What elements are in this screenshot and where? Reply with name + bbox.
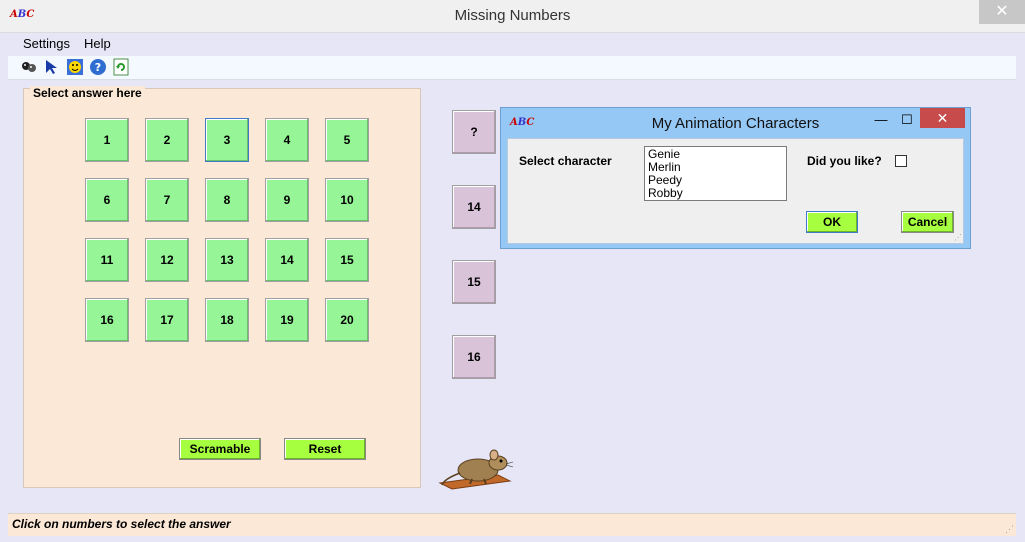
number-button-10[interactable]: 10 [325, 178, 369, 222]
dialog-minimize-button[interactable]: — [868, 110, 894, 130]
did-you-like-checkbox[interactable] [895, 155, 907, 167]
cancel-button[interactable]: Cancel [901, 211, 954, 233]
menu-settings[interactable]: Settings [23, 36, 70, 51]
toolbar: ? [8, 56, 1016, 80]
window-close-button[interactable]: ✕ [979, 0, 1025, 24]
number-button-17[interactable]: 17 [145, 298, 189, 342]
smiley-icon[interactable] [66, 58, 84, 76]
answer-panel-label: Select answer here [30, 86, 145, 100]
number-button-6[interactable]: 6 [85, 178, 129, 222]
number-button-20[interactable]: 20 [325, 298, 369, 342]
number-button-13[interactable]: 13 [205, 238, 249, 282]
status-text: Click on numbers to select the answer [12, 517, 231, 531]
cursor-icon[interactable] [43, 58, 61, 76]
number-button-11[interactable]: 11 [85, 238, 129, 282]
window-title: Missing Numbers [454, 7, 571, 24]
number-button-18[interactable]: 18 [205, 298, 249, 342]
help-icon[interactable]: ? [89, 58, 107, 76]
select-character-label: Select character [519, 154, 612, 168]
dialog-maximize-button[interactable]: ☐ [894, 110, 920, 130]
sequence-box: 14 [452, 185, 496, 229]
menu-bar: Settings Help [0, 33, 1025, 55]
number-button-14[interactable]: 14 [265, 238, 309, 282]
dialog-close-button[interactable]: ✕ [920, 108, 965, 128]
number-button-4[interactable]: 4 [265, 118, 309, 162]
number-button-9[interactable]: 9 [265, 178, 309, 222]
sequence-box: 15 [452, 260, 496, 304]
menu-help[interactable]: Help [84, 36, 111, 51]
character-option[interactable]: Robby [648, 187, 783, 200]
ok-button[interactable]: OK [806, 211, 858, 233]
number-button-1[interactable]: 1 [85, 118, 129, 162]
number-button-3[interactable]: 3 [205, 118, 249, 162]
refresh-icon[interactable] [112, 58, 130, 76]
sequence-box: 16 [452, 335, 496, 379]
number-button-12[interactable]: 12 [145, 238, 189, 282]
number-button-19[interactable]: 19 [265, 298, 309, 342]
sequence-box-missing: ? [452, 110, 496, 154]
number-button-5[interactable]: 5 [325, 118, 369, 162]
did-you-like-label: Did you like? [807, 154, 882, 168]
number-button-7[interactable]: 7 [145, 178, 189, 222]
number-button-8[interactable]: 8 [205, 178, 249, 222]
svg-text:?: ? [95, 61, 101, 74]
scramble-button[interactable]: Scramable [179, 438, 261, 460]
resize-grip[interactable]: ⋰ [1005, 524, 1015, 534]
mouse-character-icon [438, 445, 514, 490]
number-button-16[interactable]: 16 [85, 298, 129, 342]
title-bar: ABC Missing Numbers ✕ [0, 0, 1025, 33]
number-button-15[interactable]: 15 [325, 238, 369, 282]
character-listbox[interactable]: Genie Merlin Peedy Robby [644, 146, 787, 201]
characters-icon[interactable] [20, 58, 38, 76]
number-button-2[interactable]: 2 [145, 118, 189, 162]
dialog-resize-grip[interactable]: ⋰ [954, 233, 962, 242]
reset-button[interactable]: Reset [284, 438, 366, 460]
